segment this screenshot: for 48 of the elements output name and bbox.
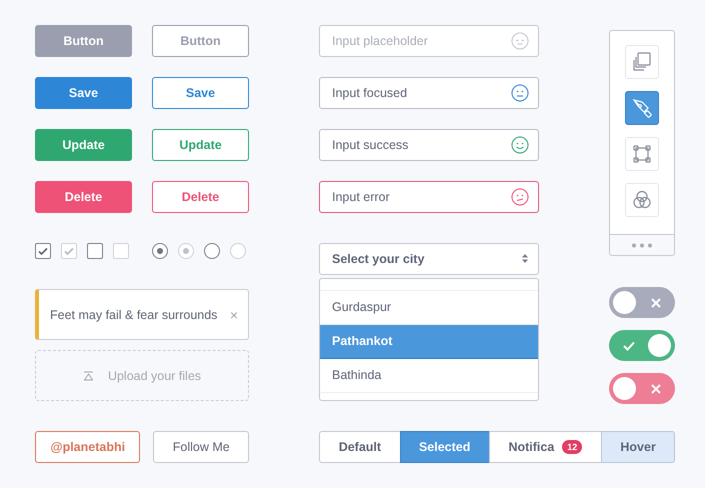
input-field[interactable]: Input error (319, 181, 539, 213)
count-badge: 12 (562, 440, 582, 454)
check-icon (623, 340, 635, 350)
smiley-icon (511, 84, 529, 102)
toggle-switch[interactable] (609, 287, 675, 318)
upload-label: Upload your files (108, 368, 202, 382)
toggle-switch[interactable] (609, 330, 675, 361)
toggle-switch[interactable] (609, 373, 675, 404)
radio-button[interactable] (204, 243, 220, 259)
close-icon (651, 384, 661, 394)
segment-tab[interactable]: Default (319, 431, 401, 463)
tool-button[interactable] (625, 91, 659, 125)
more-icon[interactable] (631, 242, 653, 248)
close-button[interactable]: × (226, 304, 242, 324)
input-field[interactable]: Input focused (319, 77, 539, 109)
handle-button[interactable]: @planetabhi (35, 431, 140, 463)
outline-button[interactable]: Button (152, 25, 249, 57)
button[interactable]: Delete (35, 181, 132, 213)
layers-icon (633, 52, 651, 71)
button[interactable]: Save (35, 77, 132, 109)
input-field[interactable]: Input success (319, 129, 539, 161)
follow-button[interactable]: Follow Me (153, 431, 249, 463)
checkbox[interactable] (87, 243, 103, 259)
transform-icon (633, 145, 651, 163)
button[interactable]: Update (35, 129, 132, 161)
sort-caret-icon (522, 254, 528, 264)
outline-button[interactable]: Save (152, 77, 249, 109)
dropdown-option[interactable]: Bathinda (320, 358, 538, 393)
dropdown-option[interactable]: Pathankot (320, 324, 538, 359)
city-select[interactable]: Select your city (319, 243, 539, 275)
overlapping-circles-icon (633, 190, 651, 208)
upload-icon (82, 370, 94, 380)
smiley-icon (511, 32, 529, 50)
button[interactable]: Button (35, 25, 132, 57)
radio-button[interactable] (152, 243, 168, 259)
pen-icon (632, 99, 652, 118)
input-field[interactable]: Input placeholder (319, 25, 539, 57)
segment-tab[interactable]: Selected (400, 431, 490, 463)
segment-tab[interactable]: Notifica 12 (488, 431, 602, 463)
checkbox[interactable] (35, 243, 51, 259)
segment-tab[interactable]: Hover (601, 431, 675, 463)
outline-button[interactable]: Delete (152, 181, 249, 213)
smiley-icon (511, 136, 529, 154)
upload-dropzone[interactable]: Upload your files (35, 350, 249, 401)
close-icon (651, 298, 661, 308)
smiley-icon (511, 188, 529, 206)
alert-message: Feet may fail & fear surrounds (50, 308, 218, 322)
outline-button[interactable]: Update (152, 129, 249, 161)
